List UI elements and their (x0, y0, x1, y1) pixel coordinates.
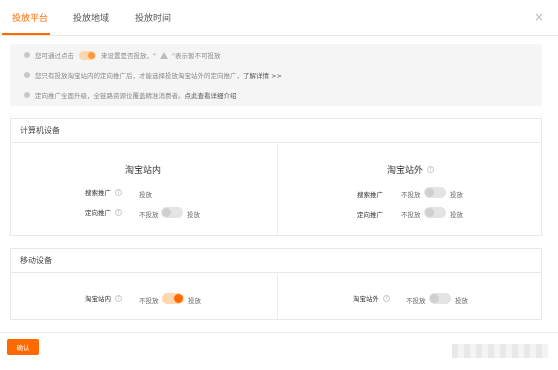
info-text: "表示暂不可投放 (172, 52, 221, 60)
mobile-devices-panel: 移动设备 淘宝站内 ? 不投放 投放 淘宝站外 ? 不投放 投放 (10, 248, 542, 320)
on-label: 投放 (450, 191, 463, 199)
off-label: 不投放 (139, 211, 159, 219)
warning-triangle-icon (160, 51, 168, 59)
off-label: 不投放 (401, 211, 421, 219)
row-label-mobile-inside: 淘宝站内 ? (85, 293, 122, 303)
mobile-outside-toggle[interactable] (429, 293, 451, 304)
row-label-search: 搜索推广 (357, 191, 383, 199)
panel-title: 移动设备 (11, 249, 541, 273)
footer-divider (0, 332, 558, 333)
bullet-dot-icon (24, 72, 30, 78)
tab-bar: 投放平台 投放地域 投放时间 × (0, 0, 558, 36)
tab-region[interactable]: 投放地域 (73, 11, 109, 24)
info-text: 来设置是否投放，" (101, 52, 156, 60)
pc-outside-targeted-toggle[interactable] (424, 207, 446, 218)
help-icon[interactable]: ? (115, 208, 122, 216)
help-icon[interactable]: ? (115, 188, 122, 196)
info-text: 定向推广全面升级，全链路资源位覆盖精准消费者。 (35, 92, 185, 100)
active-tab-indicator (2, 33, 50, 35)
bullet-dot-icon (24, 92, 30, 98)
confirm-button[interactable]: 确认 (7, 339, 39, 355)
tab-time[interactable]: 投放时间 (135, 11, 171, 24)
info-line-upgrade: 定向推广全面升级，全链路资源位覆盖精准消费者。 点此查看详细介绍 (24, 89, 237, 101)
row-label-mobile-outside: 淘宝站外 ? (353, 293, 390, 303)
bullet-dot-icon (24, 52, 30, 58)
mobile-inside-toggle[interactable] (162, 293, 184, 304)
info-line-outside: 您只有投放淘宝站内的定向推广后，才能选择投放淘宝站外的定向推广， 了解详情 >> (24, 69, 282, 81)
info-box: 您可通过点击 来设置是否投放，" "表示暂不可投放 您只有投放淘宝站内的定向推广… (10, 44, 542, 106)
help-icon[interactable]: ? (115, 294, 122, 302)
watermark (452, 344, 548, 358)
info-text: 您可通过点击 (35, 52, 74, 60)
pc-inside-targeted-toggle[interactable] (161, 207, 183, 218)
column-divider (277, 144, 278, 236)
help-icon[interactable]: ? (383, 294, 390, 302)
on-label: 投放 (187, 211, 200, 219)
pc-outside-search-toggle[interactable] (424, 187, 446, 198)
column-title-outside: 淘宝站外 ? (387, 163, 435, 176)
computer-devices-panel: 计算机设备 淘宝站内 搜索推广 ? 投放 定向推广 ? 不投放 投放 淘宝站外 … (10, 118, 542, 236)
column-divider (277, 274, 278, 320)
column-title-inside: 淘宝站内 (125, 166, 162, 176)
row-label-targeted: 定向推广 (357, 211, 383, 219)
help-icon[interactable]: ? (427, 166, 435, 173)
info-text: 您只有投放淘宝站内的定向推广后，才能选择投放淘宝站外的定向推广， (35, 72, 243, 80)
tab-platform[interactable]: 投放平台 (12, 11, 48, 24)
panel-title: 计算机设备 (11, 119, 541, 143)
learn-more-link[interactable]: 了解详情 >> (243, 70, 282, 80)
row-label-search: 搜索推广 ? (85, 187, 122, 197)
on-label: 投放 (188, 297, 201, 305)
info-line-toggle-hint: 您可通过点击 来设置是否投放，" "表示暂不可投放 (24, 49, 221, 61)
details-link[interactable]: 点此查看详细介绍 (185, 90, 237, 100)
toggle-sample-icon (79, 50, 96, 60)
off-label: 不投放 (401, 191, 421, 199)
row-label-targeted: 定向推广 ? (85, 207, 122, 217)
off-label: 不投放 (406, 297, 426, 305)
close-icon[interactable]: × (534, 11, 544, 23)
search-status-text: 投放 (139, 191, 152, 199)
off-label: 不投放 (139, 297, 159, 305)
on-label: 投放 (455, 297, 468, 305)
on-label: 投放 (450, 211, 463, 219)
